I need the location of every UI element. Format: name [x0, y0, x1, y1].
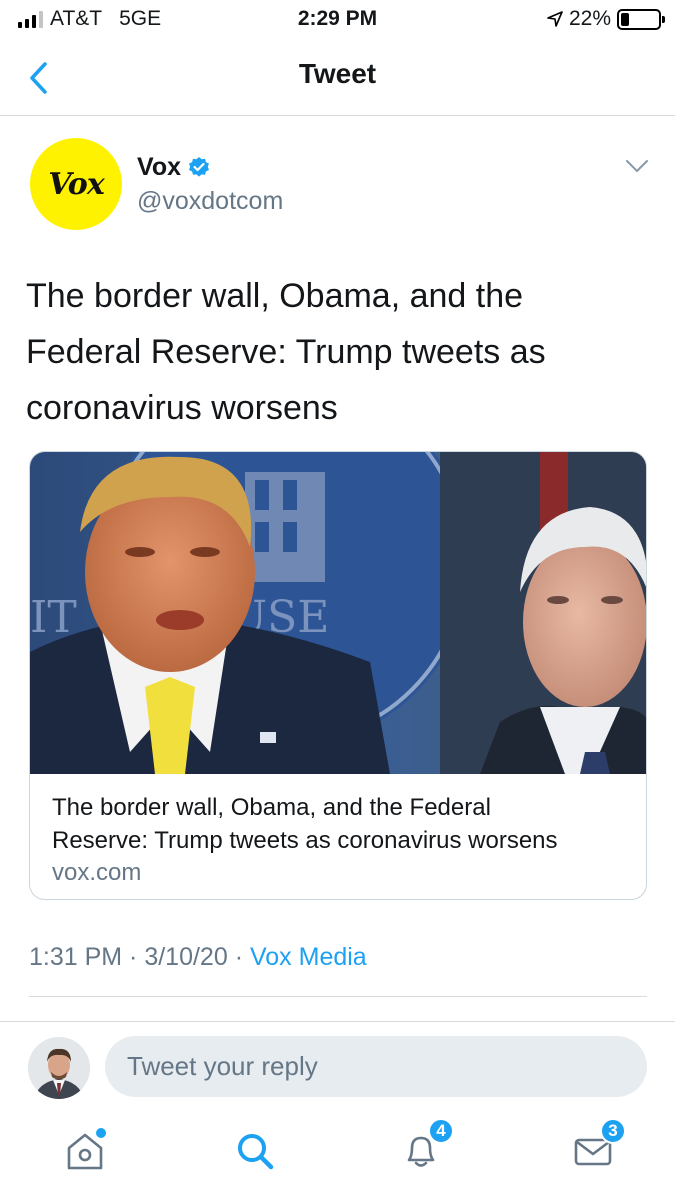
tab-search[interactable]	[230, 1126, 280, 1176]
messages-badge: 3	[600, 1118, 626, 1144]
tweet-options-button[interactable]	[625, 158, 649, 178]
tab-home[interactable]	[60, 1126, 110, 1176]
meta-separator: ·	[122, 943, 145, 971]
card-title-line-2: Reserve: Trump tweets as coronavirus wor…	[52, 827, 558, 854]
card-domain: vox.com	[52, 859, 142, 886]
card-image: USE IT	[30, 452, 646, 774]
vox-logo: Vox	[48, 166, 104, 202]
tweet-time: 1:31 PM	[29, 943, 123, 971]
tweet-meta: 1:31 PM · 3/10/20 · Vox Media	[29, 943, 367, 972]
press-briefing-photo: USE IT	[30, 452, 646, 774]
tab-messages[interactable]: 3	[568, 1118, 626, 1176]
user-photo	[28, 1037, 90, 1099]
battery-icon	[617, 8, 665, 30]
notifications-badge: 4	[428, 1118, 454, 1144]
status-bar: AT&T 5GE 2:29 PM 22%	[0, 0, 675, 40]
meta-separator: ·	[227, 943, 250, 971]
verified-badge-icon	[189, 156, 209, 177]
author-handle: @voxdotcom	[137, 187, 284, 215]
battery-percent: 22%	[568, 7, 611, 30]
author-name: Vox	[137, 153, 181, 181]
tweet-date: 3/10/20	[144, 943, 228, 971]
tab-notifications[interactable]: 4	[396, 1118, 454, 1176]
search-icon	[238, 1134, 274, 1170]
link-card[interactable]: USE IT The border wall, Obama, and the F…	[29, 451, 647, 900]
chevron-down-icon	[626, 160, 648, 172]
reply-input[interactable]: Tweet your reply	[105, 1036, 647, 1097]
card-title-line-1: The border wall, Obama, and the Federal	[52, 794, 491, 821]
nav-header: Tweet	[0, 42, 675, 116]
location-arrow-icon	[547, 11, 563, 27]
user-avatar[interactable]	[28, 1037, 90, 1099]
svg-text:IT: IT	[30, 592, 77, 643]
page-title: Tweet	[298, 58, 377, 89]
tab-bar: 4 3	[0, 1112, 675, 1200]
tweet-source-link[interactable]: Vox Media	[250, 943, 367, 971]
author-avatar[interactable]: Vox	[30, 138, 122, 230]
divider	[29, 996, 647, 997]
divider	[0, 1021, 675, 1022]
author-info[interactable]: Vox @voxdotcom	[137, 153, 283, 216]
tweet-text: The border wall, Obama, and the Federal …	[26, 277, 546, 427]
home-unread-dot	[96, 1128, 106, 1138]
